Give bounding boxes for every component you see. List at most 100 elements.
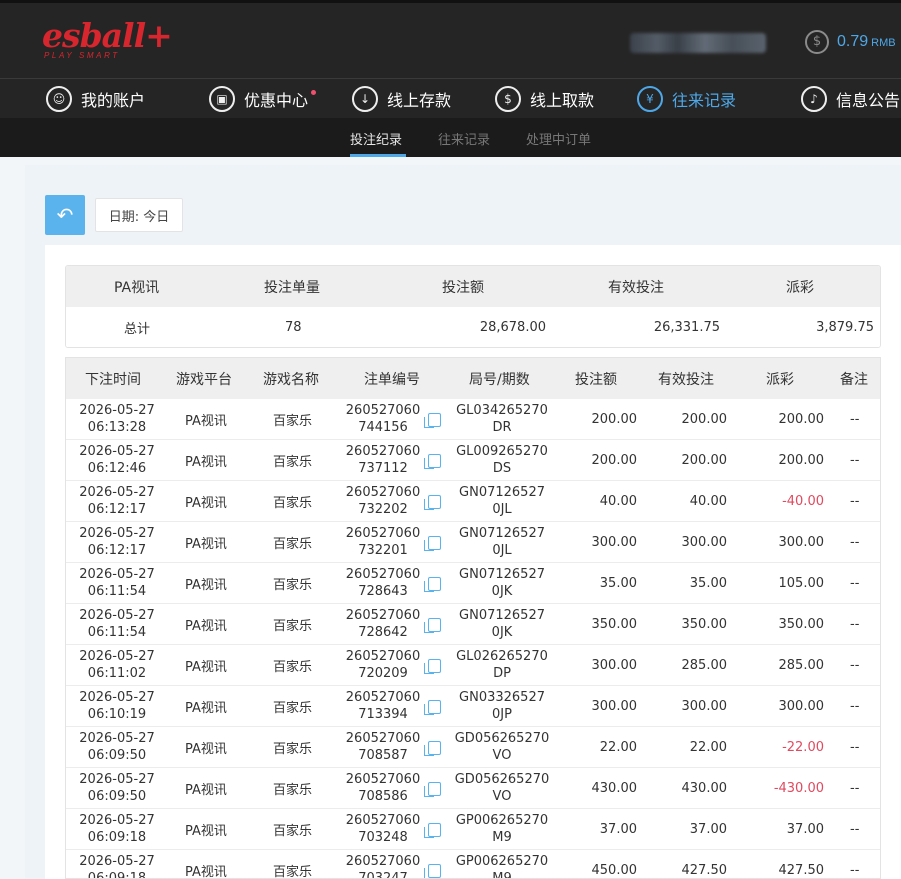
copy-icon[interactable] <box>424 454 441 469</box>
bet-id-cell: 260527060 728643 <box>346 563 420 603</box>
bet-note: -- <box>850 452 860 468</box>
copy-icon[interactable] <box>424 577 441 592</box>
nav-item-deposit[interactable]: ↓ 线上存款 <box>352 84 451 114</box>
summary-cell: 26,331.75 <box>653 319 720 335</box>
bet-date: 2026-05-27 <box>79 444 155 459</box>
bet-platform: PA视讯 <box>185 823 227 839</box>
nav-item-account[interactable]: ☺ 我的账户 <box>46 84 145 114</box>
bet-id-part1: 260527060 <box>345 444 421 459</box>
bet-id-part2: 732201 <box>358 543 408 558</box>
bet-time-cell: 2026-05-27 06:12:17 <box>77 522 157 562</box>
bet-id-part1: 260527060 <box>345 649 421 664</box>
bet-round-part2: VO <box>492 789 512 804</box>
bet-header-cell: 下注时间 <box>85 371 141 388</box>
main-nav: ☺ 我的账户 ▣ 优惠中心 ↓ 线上存款 $ 线上取款 ¥ 往来记录 ♪ 信息公… <box>0 78 901 118</box>
bet-id-part1: 260527060 <box>345 608 421 623</box>
bet-amount: 37.00 <box>599 821 637 837</box>
bet-time-cell: 2026-05-27 06:09:18 <box>77 809 157 849</box>
copy-icon[interactable] <box>424 782 441 797</box>
bet-platform: PA视讯 <box>185 782 227 798</box>
bet-time-cell: 2026-05-27 06:10:19 <box>77 686 157 726</box>
bet-id-part2: 728642 <box>358 625 408 640</box>
user-icon: ☺ <box>46 86 72 112</box>
bet-time-cell: 2026-05-27 06:11:54 <box>77 563 157 603</box>
bet-game: 百家乐 <box>273 454 313 470</box>
tab-bet-records[interactable]: 投注纪录 <box>350 129 402 148</box>
bet-id-cell: 260527060 728642 <box>346 604 420 644</box>
bet-game: 百家乐 <box>273 741 313 757</box>
bet-game: 百家乐 <box>273 536 313 552</box>
bet-time: 06:11:54 <box>87 584 147 599</box>
bet-valid-amount: 350.00 <box>681 616 728 632</box>
copy-icon[interactable] <box>424 700 441 715</box>
logo-text: esball+ <box>42 16 173 55</box>
bet-time: 06:12:46 <box>87 461 147 476</box>
copy-icon[interactable] <box>424 495 441 510</box>
bet-amount: 200.00 <box>591 411 638 427</box>
bet-round-part1: GL034265270 <box>456 403 548 418</box>
bet-records-table: 下注时间 游戏平台 游戏名称 注单编号 局号/期数 投注额 有效投注 派彩 备注… <box>65 357 881 879</box>
bet-round-cell: GN07126527 0JK <box>454 604 550 644</box>
summary-cell: 78 <box>285 319 302 335</box>
bet-header-cell: 注单编号 <box>364 371 420 388</box>
bet-header-cell: 游戏名称 <box>263 371 319 388</box>
bet-round-cell: GP006265270 M9 <box>454 809 550 849</box>
bet-note: -- <box>850 862 860 878</box>
bet-id-cell: 260527060 703248 <box>346 809 420 849</box>
back-button[interactable]: ↶ <box>45 195 85 235</box>
bet-id-part1: 260527060 <box>345 403 421 418</box>
bet-id-part1: 260527060 <box>345 690 421 705</box>
table-row: 2026-05-27 06:11:02 PA视讯 百家乐 260527060 720209… <box>66 645 880 686</box>
copy-icon[interactable] <box>424 618 441 633</box>
bet-amount: 22.00 <box>599 739 637 755</box>
bet-round-part2: 0JK <box>491 625 513 640</box>
bet-platform: PA视讯 <box>185 700 227 716</box>
bet-id-cell: 260527060 737112 <box>346 440 420 480</box>
bet-round-part2: 0JL <box>492 502 512 517</box>
bet-round-part1: GN07126527 <box>459 608 545 623</box>
bet-round-cell: GL034265270 DR <box>454 399 550 439</box>
bet-id-part2: 708586 <box>358 789 408 804</box>
bet-id-part1: 260527060 <box>345 813 421 828</box>
nav-item-records[interactable]: ¥ 往来记录 <box>637 84 736 114</box>
tab-pending-orders[interactable]: 处理中订单 <box>526 129 591 148</box>
bet-platform: PA视讯 <box>185 495 227 511</box>
copy-icon[interactable] <box>424 741 441 756</box>
bet-round-part1: GL026265270 <box>456 649 548 664</box>
bet-round-part2: M9 <box>492 830 512 845</box>
bet-valid-amount: 430.00 <box>681 780 728 796</box>
bet-id-part2: 703247 <box>358 871 408 879</box>
bet-id-part1: 260527060 <box>345 526 421 541</box>
brand-logo[interactable]: esball+ PLAY SMART <box>42 16 173 61</box>
bet-round-cell: GN07126527 0JL <box>454 522 550 562</box>
bet-time: 06:12:17 <box>87 502 147 517</box>
copy-icon[interactable] <box>424 413 441 428</box>
bet-valid-amount: 200.00 <box>681 452 728 468</box>
date-filter[interactable]: 日期: 今日 <box>95 198 183 232</box>
bet-platform: PA视讯 <box>185 618 227 634</box>
copy-icon[interactable] <box>424 864 441 878</box>
balance-currency: RMB <box>871 37 896 49</box>
bet-payout: -430.00 <box>773 780 824 796</box>
tab-transactions[interactable]: 往来记录 <box>438 129 490 148</box>
copy-icon[interactable] <box>424 823 441 838</box>
copy-icon[interactable] <box>424 659 441 674</box>
bet-amount: 350.00 <box>591 616 638 632</box>
table-row: 2026-05-27 06:12:17 PA视讯 百家乐 260527060 732202… <box>66 481 880 522</box>
bet-time-cell: 2026-05-27 06:09:50 <box>77 727 157 767</box>
bet-id-cell: 260527060 708586 <box>346 768 420 808</box>
bet-id-part2: 732202 <box>358 502 408 517</box>
bet-round-part1: GL009265270 <box>456 444 548 459</box>
nav-item-notices[interactable]: ♪ 信息公告 <box>801 84 900 114</box>
deposit-icon: ↓ <box>352 86 378 112</box>
bet-date: 2026-05-27 <box>79 403 155 418</box>
bet-amount: 300.00 <box>591 657 638 673</box>
bet-platform: PA视讯 <box>185 536 227 552</box>
sub-nav: 投注纪录 往来记录 处理中订单 <box>0 118 901 157</box>
nav-item-withdraw[interactable]: $ 线上取款 <box>495 84 594 114</box>
summary-cell: 28,678.00 <box>479 319 546 335</box>
bet-payout: 300.00 <box>778 534 825 550</box>
copy-icon[interactable] <box>424 536 441 551</box>
nav-item-promotions[interactable]: ▣ 优惠中心 <box>209 84 317 114</box>
bet-payout: -40.00 <box>782 493 824 509</box>
